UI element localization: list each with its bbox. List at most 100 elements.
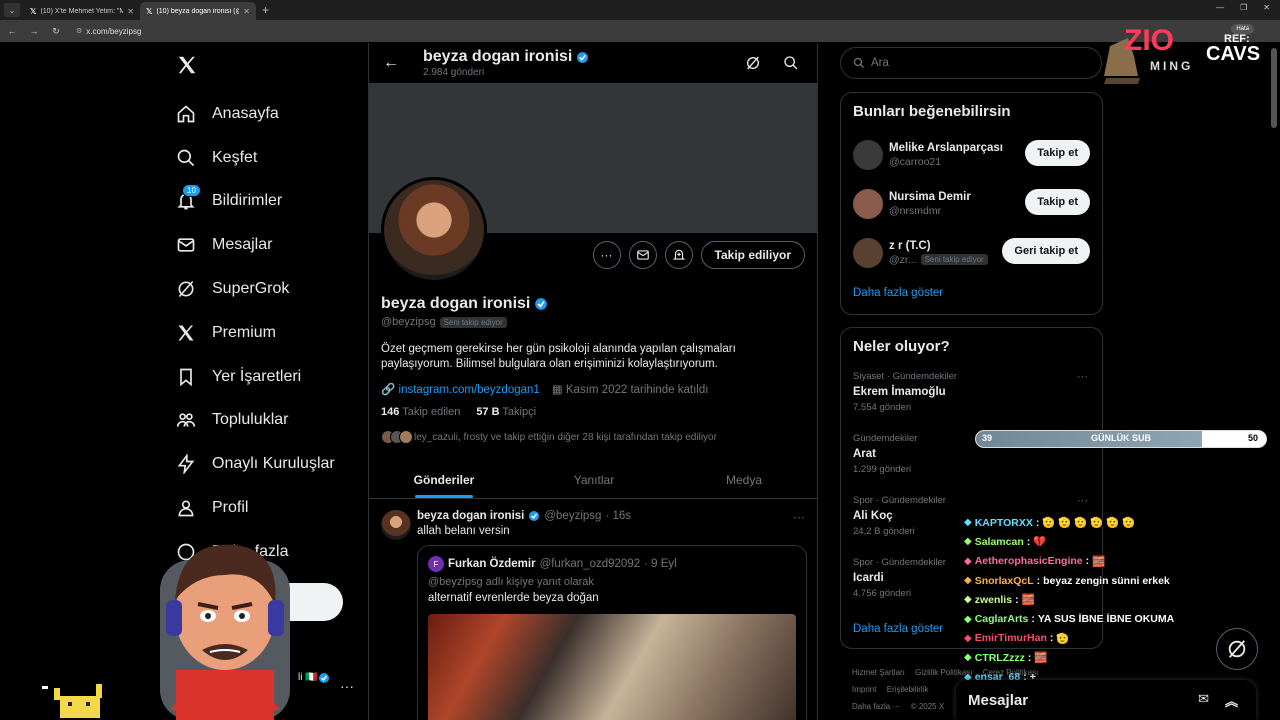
sidebar-item-messages[interactable]: Mesajlar [176,223,335,267]
grok-icon[interactable] [745,55,761,71]
post-count: 2.984 gönderi [423,67,485,78]
follow-button[interactable]: Takip et [1025,140,1090,166]
tab-close-icon[interactable]: ✕ [127,7,134,16]
account-menu-dots[interactable]: ··· [340,678,354,694]
url-text: x.com/beyzipsg [86,26,142,36]
suggestion-avatar[interactable] [853,188,883,219]
sidebar-item-bookmarks[interactable]: Yer İşaretleri [176,355,335,399]
following-stat[interactable]: 146 Takip edilen [381,406,460,418]
trend-item[interactable]: Siyaset · Gündemdekiler Ekrem İmamoğlu 7… [841,365,1102,427]
profile-avatar[interactable] [381,177,487,283]
back-icon[interactable]: ← [6,26,18,36]
suggestion-name: z r (T.C) [889,239,931,252]
suggestion-avatar[interactable] [853,139,883,170]
search-input[interactable]: Ara [840,47,1102,79]
profile-stats: 146 Takip edilen 57 B Takipçi [381,406,806,418]
x-icon [178,325,194,341]
maximize-icon[interactable]: ❐ [1240,3,1247,12]
following-button[interactable]: Takip ediliyor [700,241,805,269]
address-bar: ← → ↻ ⚙ x.com/beyzipsg Hata [0,20,1280,42]
trend-more-icon[interactable]: ··· [1077,495,1088,507]
sidebar-item-verified-orgs[interactable]: Onaylı Kuruluşlar [176,442,335,486]
sidebar-nav: Anasayfa Keşfet 10 Bildirimler Mesajlar … [176,92,335,574]
footer-link[interactable]: Daha fazla ··· [852,702,900,711]
chat-username: KAPTORXX [974,516,1033,529]
footer-link[interactable]: Imprint [852,685,876,694]
suggestion-item[interactable]: z r (T.C) @zr... Seni takip ediyor Geri t… [841,228,1102,277]
expand-drawer-icon[interactable]: ︽ [1225,691,1238,710]
x-favicon-icon: 𝕏 [30,6,37,16]
quoted-tweet[interactable]: F Furkan Özdemir @furkan_ozd92092 · 9 Ey… [417,545,807,720]
window-controls: — ❐ ✕ [1216,3,1270,12]
who-to-follow-card: Bunları beğenebilirsin Melike Arslanparç… [840,92,1103,315]
quote-image[interactable] [428,614,796,720]
quote-text: alternatif evrenlerde beyza doğan [428,592,599,604]
tweet-avatar[interactable] [381,510,411,540]
search-placeholder: Ara [871,57,889,69]
link-icon: 🔗 [381,384,396,396]
back-arrow-icon[interactable]: ← [383,54,413,72]
card-title: Bunları beğenebilirsin [853,103,1011,120]
follow-back-button[interactable]: Geri takip et [1002,238,1090,264]
browser-tab-2[interactable]: 𝕏 (10) beyza dogan ironisi (@bey... ✕ [140,2,256,20]
grok-floating-button[interactable] [1216,628,1258,670]
tweet-author[interactable]: beyza dogan ironisi [417,510,524,522]
suggestion-item[interactable]: Nursima Demir @nrsmdmr Takip et [841,179,1102,228]
followers-stat[interactable]: 57 B Takipçi [476,406,536,418]
sub-goal-target: 50 [1247,433,1258,443]
browser-tab-1[interactable]: 𝕏 (10) X'te Mehmet Yetim: "Mısır... ✕ [24,2,140,20]
messages-drawer[interactable]: Mesajlar ✉ ︽ [956,680,1256,720]
suggestion-avatar[interactable] [853,237,883,268]
tab-close-icon[interactable]: ✕ [243,7,250,16]
sidebar-item-supergrok[interactable]: SuperGrok [176,267,335,311]
tweet-handle: @beyzipsg [544,510,602,522]
site-info-icon[interactable]: ⚙ [76,27,82,35]
chat-separator: : [1035,516,1040,529]
mail-icon [636,250,649,260]
known-followers[interactable]: ley_cazuli, frosty ve takip ettiğin diğe… [381,430,806,444]
sidebar-item-communities[interactable]: Topluluklar [176,399,335,443]
notify-button[interactable] [664,241,693,269]
chat-text: 🧱 [1092,555,1106,568]
tab-search-button[interactable]: ⌄ [4,3,20,17]
forward-icon[interactable]: → [28,26,40,36]
minimize-icon[interactable]: — [1216,3,1224,12]
sidebar-item-explore[interactable]: Keşfet [176,136,335,180]
profile-link[interactable]: 🔗 instagram.com/beyzdogan1 [381,382,540,396]
sidebar-item-home[interactable]: Anasayfa [176,92,335,136]
trend-topic: Ekrem İmamoğlu [853,386,946,398]
follow-button[interactable]: Takip et [1025,189,1090,215]
tab-media[interactable]: Medya [669,461,817,498]
trend-count: 7.554 gönderi [853,402,912,413]
profile-tabs: Gönderiler Yanıtlar Medya [369,461,817,499]
show-more-link[interactable]: Daha fazla göster [841,277,1102,309]
suggestion-item[interactable]: Melike Arslanparçası @carroo21 Takip et [841,130,1102,179]
new-tab-icon[interactable]: + [256,3,275,17]
tweet-more-icon[interactable]: ··· [793,510,805,524]
tab-posts[interactable]: Gönderiler [369,461,519,498]
more-options-button[interactable]: ··· [592,241,621,269]
close-window-icon[interactable]: ✕ [1263,3,1270,12]
new-message-icon[interactable]: ✉ [1198,691,1209,710]
search-icon[interactable] [783,55,799,71]
tweet[interactable]: ··· beyza dogan ironisi @beyzipsg · 16s … [369,500,817,720]
x-logo-icon[interactable] [176,54,198,76]
url-field[interactable]: ⚙ x.com/beyzipsg [76,27,141,36]
trend-more-icon[interactable]: ··· [1077,371,1088,383]
mail-icon [177,238,195,252]
chat-username: SnorlaxQcL [974,574,1034,587]
calendar-icon: ▦ [551,384,563,396]
sidebar-item-label: Yer İşaretleri [212,367,302,385]
reload-icon[interactable]: ↻ [50,26,62,37]
sidebar-item-notifications[interactable]: 10 Bildirimler [176,180,335,224]
quote-handle: @furkan_ozd92092 [539,558,641,570]
message-button[interactable] [628,241,657,269]
card-title: Neler oluyor? [853,338,950,355]
tab-replies[interactable]: Yanıtlar [519,461,669,498]
tweet-time[interactable]: · 16s [605,510,631,522]
footer-link[interactable]: Erişilebilirlik [887,685,929,694]
chat-badge-icon: ◆ [964,613,972,625]
sidebar-item-premium[interactable]: Premium [176,311,335,355]
chat-username: zwenlis [974,593,1013,606]
footer-link[interactable]: Hizmet Şartları [852,668,905,677]
